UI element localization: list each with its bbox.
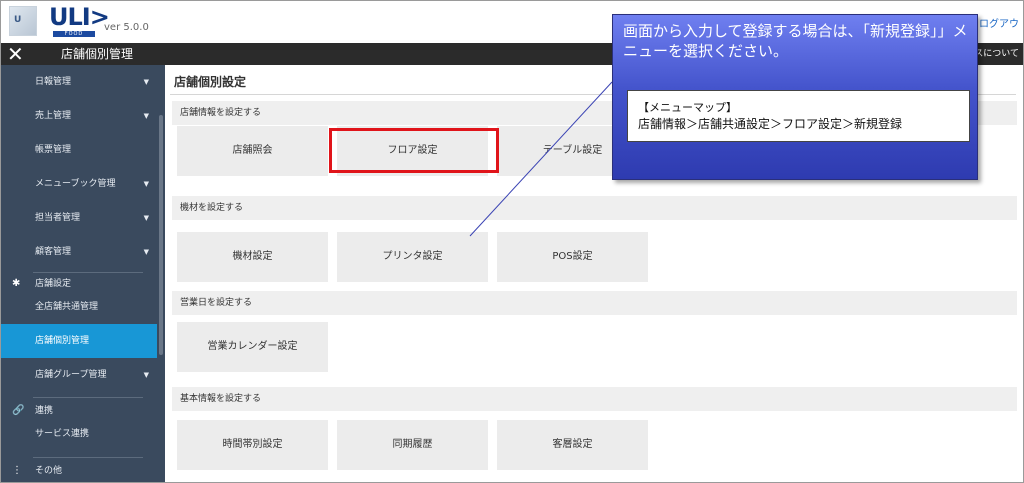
brand-sub-bar: FOOD [53,31,95,37]
screen-title: 店舗個別管理 [61,47,134,61]
brand-sub-label: FOOD [64,31,84,37]
sidebar-divider [33,457,143,458]
sidebar-item-label: 顧客管理 [35,247,72,257]
customer-segment-button[interactable]: 客層設定 [497,420,648,470]
sidebar-item-staff[interactable]: 担当者管理 ▼ [1,201,157,235]
brand-logo: ULI> [49,3,110,31]
sidebar-item-label: 店舗グループ管理 [35,370,107,380]
app-logo-icon: U [9,6,37,36]
sidebar-item-label: 日報管理 [35,77,72,87]
version-label: ver 5.0.0 [104,22,149,33]
menu-map-title: 【メニューマップ】 [638,101,737,114]
sidebar-item-label: 全店舗共通管理 [35,302,99,312]
scrollbar-thumb[interactable] [159,115,163,355]
highlight-frame [329,128,499,173]
sidebar-item-label: サービス連携 [35,429,90,439]
sidebar-section-label: その他 [35,466,63,476]
sidebar-divider [33,272,143,273]
sync-history-button[interactable]: 同期履歴 [337,420,488,470]
sidebar-item-store-individual[interactable]: 店舗個別管理 [1,324,157,358]
pos-settings-button[interactable]: POS設定 [497,232,648,282]
sidebar-item-label: 店舗個別管理 [35,336,90,346]
chevron-down-icon: ▼ [143,214,149,222]
sidebar: 日報管理 ▼ 売上管理 ▼ 帳票管理 メニューブック管理 ▼ 担当者管理 ▼ 顧… [1,65,157,482]
sidebar-item-daily-report[interactable]: 日報管理 ▼ [1,65,157,99]
section-header-basic-info: 基本情報を設定する [172,387,1017,411]
sidebar-item-all-store-common[interactable]: 全店舗共通管理 [1,290,157,324]
time-slot-settings-button[interactable]: 時間帯別設定 [177,420,328,470]
chevron-down-icon: ▼ [143,248,149,256]
chevron-down-icon: ▼ [143,180,149,188]
sidebar-section-label: 連携 [35,406,54,416]
sidebar-item-service-integration[interactable]: サービス連携 [1,417,157,451]
annotation-callout: 画面から入力して登録する場合は、「新規登録」」メニューを選択ください。 【メニュ… [612,14,978,180]
sidebar-item-label: メニューブック管理 [35,179,116,189]
sidebar-item-menu-book[interactable]: メニューブック管理 ▼ [1,167,157,201]
close-icon[interactable]: ✕ [7,43,24,65]
chevron-down-icon: ▼ [143,112,149,120]
more-vertical-icon: ⋮ [12,465,22,476]
equipment-settings-button[interactable]: 機材設定 [177,232,328,282]
chevron-down-icon: ▼ [143,371,149,379]
sidebar-section-other[interactable]: ⋮ その他 [1,463,157,479]
sidebar-divider [33,397,143,398]
printer-settings-button[interactable]: プリンタ設定 [337,232,488,282]
sidebar-item-label: 売上管理 [35,111,72,121]
sidebar-item-sales[interactable]: 売上管理 ▼ [1,99,157,133]
chevron-down-icon: ▼ [143,78,149,86]
menu-map-box: 【メニューマップ】 店舗情報＞店舗共通設定＞フロア設定＞新規登録 [627,90,970,142]
sidebar-item-customers[interactable]: 顧客管理 ▼ [1,235,157,269]
sidebar-item-reports[interactable]: 帳票管理 [1,133,157,167]
about-link[interactable]: スについて [974,43,1019,65]
callout-instruction: 画面から入力して登録する場合は、「新規登録」」メニューを選択ください。 [623,22,968,60]
store-inquiry-button[interactable]: 店舗照会 [177,126,328,176]
section-header-business-day: 営業日を設定する [172,291,1017,315]
section-header-equipment: 機材を設定する [172,196,1017,220]
sidebar-item-label: 帳票管理 [35,145,72,155]
business-calendar-button[interactable]: 営業カレンダー設定 [177,322,328,372]
menu-map-path: 店舗情報＞店舗共通設定＞フロア設定＞新規登録 [638,117,903,131]
sidebar-item-label: 担当者管理 [35,213,81,223]
sidebar-scrollbar[interactable] [157,65,165,482]
page-title: 店舗個別設定 [174,75,247,89]
sidebar-section-label: 店舗設定 [35,279,72,289]
sidebar-item-store-group[interactable]: 店舗グループ管理 ▼ [1,358,157,392]
